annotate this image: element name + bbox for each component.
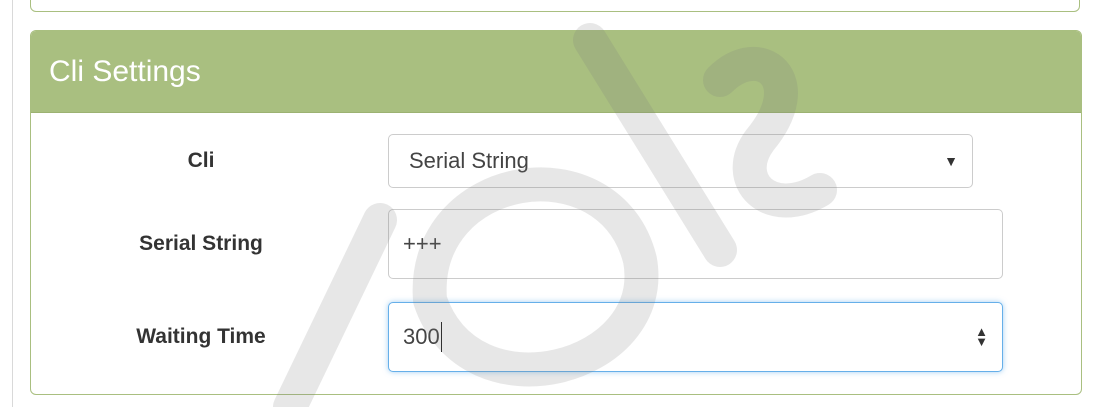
up-down-spinner-icon[interactable]: ▲ ▼ [975, 325, 988, 348]
waiting-time-input[interactable]: 300 ▲ ▼ [388, 302, 1003, 372]
cli-select[interactable]: Serial String ▼ [388, 134, 973, 188]
serial-string-label: Serial String [139, 232, 263, 255]
serial-string-value: +++ [403, 231, 442, 256]
serial-string-input[interactable]: +++ [388, 209, 1003, 279]
waiting-time-label: Waiting Time [136, 325, 266, 348]
cli-settings-panel: Cli Settings Cli Serial String ▼ Serial … [30, 30, 1082, 395]
waiting-time-row: Waiting Time 300 ▲ ▼ [31, 302, 1081, 372]
cli-select-value: Serial String [409, 148, 529, 173]
left-divider [12, 0, 13, 407]
serial-string-row: Serial String +++ [31, 209, 1081, 279]
text-caret [440, 322, 442, 352]
previous-panel-bottom [30, 0, 1080, 12]
waiting-time-value: 300 [403, 324, 440, 349]
cli-row: Cli Serial String ▼ [31, 133, 1081, 189]
triangle-down-icon: ▼ [944, 153, 958, 169]
panel-title: Cli Settings [49, 54, 201, 88]
page-root: Cli Settings Cli Serial String ▼ Serial … [0, 0, 1096, 407]
cli-label: Cli [187, 149, 215, 172]
spinner-down-icon[interactable]: ▼ [975, 335, 988, 348]
panel-heading: Cli Settings [31, 31, 1081, 113]
